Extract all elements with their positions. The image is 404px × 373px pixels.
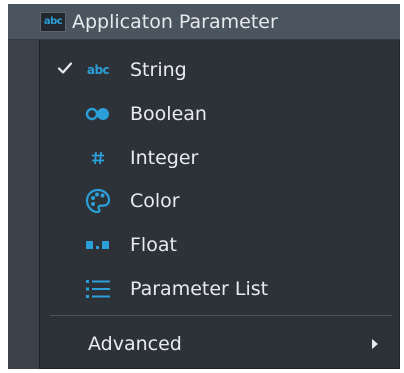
- submenu-arrow-icon: [372, 339, 378, 349]
- parameter-title: Applicaton Parameter: [72, 10, 278, 33]
- menu-item-label: Float: [130, 234, 177, 256]
- menu-item-advanced[interactable]: Advanced: [40, 324, 399, 364]
- checkmark-icon: [57, 62, 73, 74]
- menu-item-label: Color: [130, 190, 180, 212]
- menu-item-parameter-list[interactable]: Parameter List: [40, 269, 399, 309]
- menu-item-label: Boolean: [130, 103, 207, 125]
- menu-item-boolean[interactable]: Boolean: [40, 94, 399, 134]
- menu-item-integer[interactable]: Integer: [40, 138, 399, 178]
- abc-type-icon: abc: [40, 11, 66, 32]
- list-icon: [84, 277, 112, 301]
- menu-item-string[interactable]: abc String: [40, 50, 399, 90]
- hash-icon: [84, 146, 112, 170]
- float-icon: [84, 233, 112, 257]
- boolean-toggle-icon: [84, 102, 112, 126]
- menu-item-float[interactable]: Float: [40, 225, 399, 265]
- abc-text-icon: abc: [84, 58, 112, 82]
- menu-item-label: String: [130, 59, 187, 81]
- application-parameter-header[interactable]: abc Applicaton Parameter: [8, 4, 400, 40]
- parameter-type-menu: abc String Boolean Integer Color Float P…: [39, 40, 400, 369]
- menu-separator: [50, 315, 392, 316]
- menu-item-label: Parameter List: [130, 278, 269, 300]
- background-panel: [8, 40, 39, 369]
- screenshot-page: abc Applicaton Parameter abc String Bool…: [0, 0, 404, 373]
- abc-type-icon-text: abc: [43, 16, 63, 27]
- palette-icon: [84, 188, 112, 214]
- menu-item-label: Integer: [130, 147, 199, 169]
- advanced-label: Advanced: [88, 333, 182, 355]
- menu-item-color[interactable]: Color: [40, 181, 399, 221]
- abc-text-icon-glyph: abc: [86, 63, 110, 77]
